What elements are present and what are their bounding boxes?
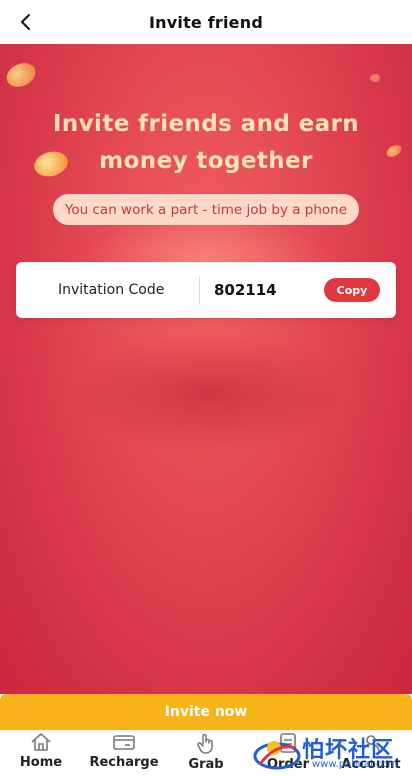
hero-subtitle-pill: You can work a part - time job by a phon… [53,194,359,225]
coin-icon [2,58,40,92]
top-bar: Invite friend [0,0,412,44]
copy-button[interactable]: Copy [324,278,380,302]
site-watermark: 怕坏社区 www.pahuai.com [252,732,412,776]
tab-recharge-label: Recharge [89,755,159,770]
coin-icon [370,74,380,82]
invite-hero-banner: Invite friends and earn money together Y… [0,44,412,694]
invitation-code-value: 802114 [214,281,277,299]
watermark-url: www.pahuai.com [312,759,398,770]
divider [199,276,200,304]
grab-hand-icon [197,733,213,754]
tab-grab[interactable]: Grab [180,732,232,776]
hero-headline: Invite friends and earn money together [0,106,412,180]
tab-home-label: Home [19,755,63,770]
tab-recharge[interactable]: Recharge [88,732,160,776]
chevron-left-icon [21,14,30,30]
hero-headline-line2: money together [99,148,313,174]
page-title: Invite friend [149,12,263,32]
back-button[interactable] [14,10,38,34]
recharge-icon [113,735,135,750]
invitation-code-card: Invitation Code 802114 Copy [16,262,396,318]
tab-grab-label: Grab [188,757,224,772]
hero-headline-line1: Invite friends and earn [52,111,360,137]
tab-home[interactable]: Home [12,732,70,776]
invitation-code-label: Invitation Code [58,282,165,298]
invite-now-button[interactable]: Invite now [0,694,412,730]
watermark-logo-icon [253,741,301,770]
home-icon [31,733,51,751]
banner-shade [70,334,350,454]
